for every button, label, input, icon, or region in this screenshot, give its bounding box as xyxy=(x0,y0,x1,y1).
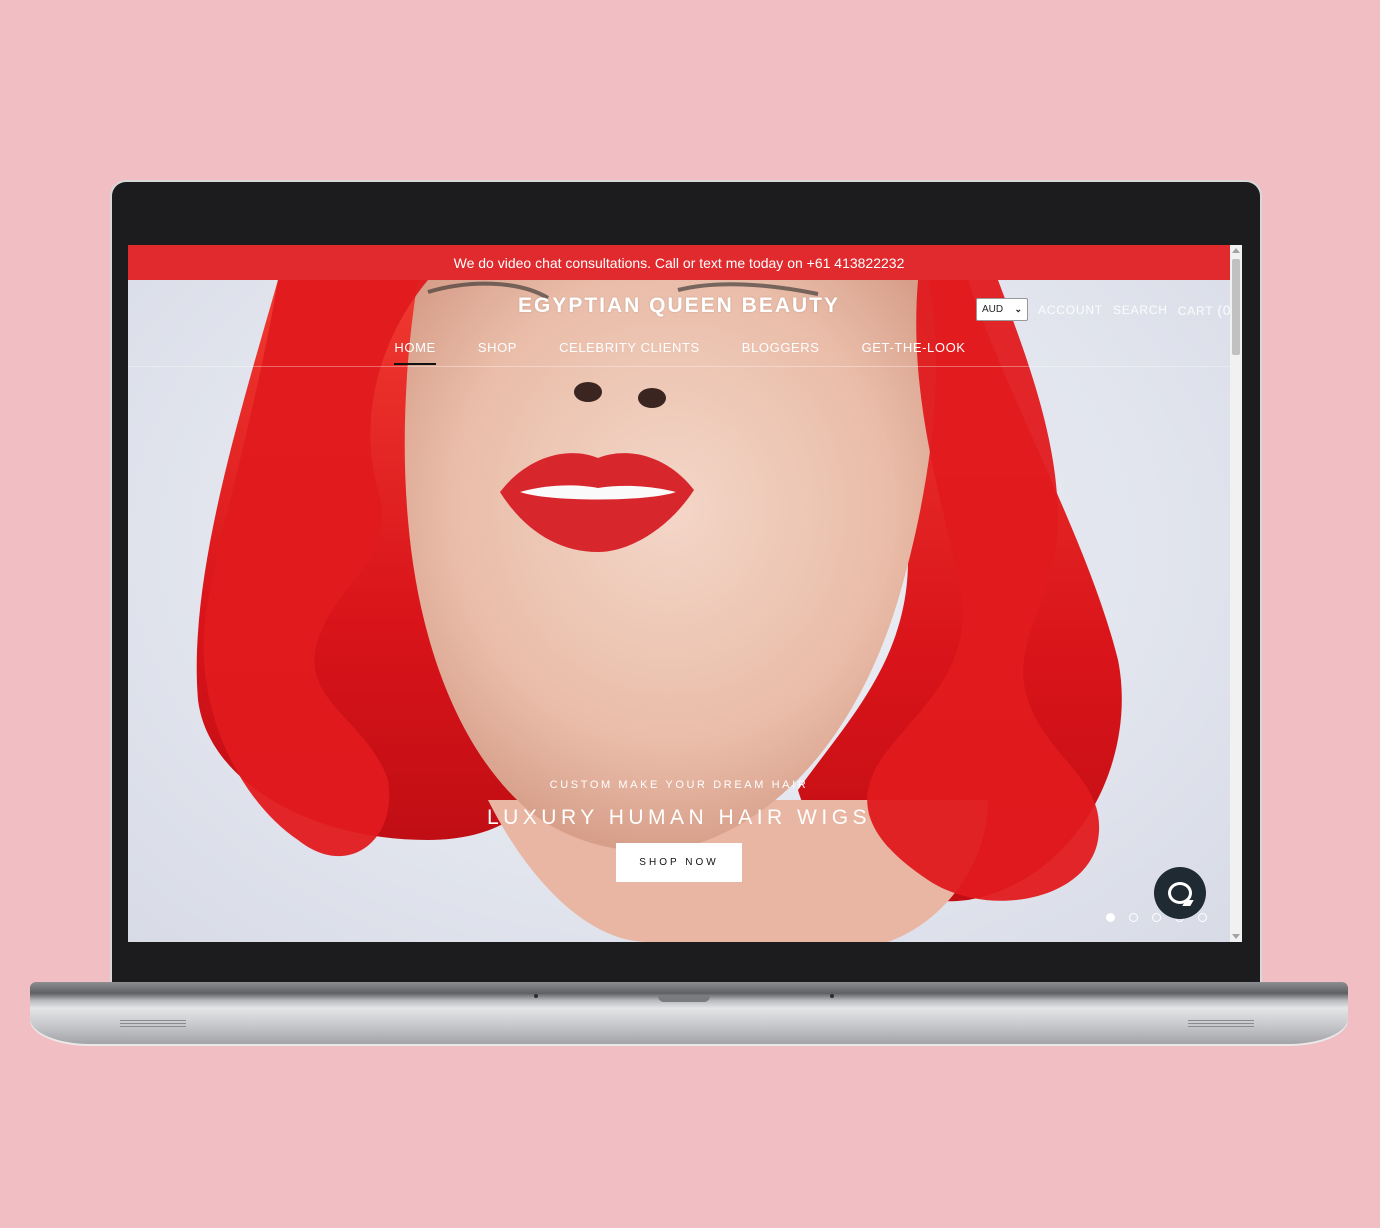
speaker-vent xyxy=(1188,1020,1254,1028)
nav-item-shop[interactable]: SHOP xyxy=(478,340,517,365)
laptop-notch xyxy=(658,996,710,1002)
page-scrollbar[interactable] xyxy=(1230,245,1242,942)
nav-item-home[interactable]: HOME xyxy=(394,340,437,365)
hinge-dot xyxy=(534,994,538,998)
chevron-down-icon: ⌄ xyxy=(1014,304,1022,314)
search-link[interactable]: SEARCH xyxy=(1113,303,1168,317)
chat-button[interactable] xyxy=(1154,867,1206,919)
browser-viewport: We do video chat consultations. Call or … xyxy=(128,245,1242,942)
slide-dot-1[interactable] xyxy=(1106,913,1115,922)
cart-link[interactable]: CART (0) xyxy=(1178,302,1237,318)
slide-dot-2[interactable] xyxy=(1129,913,1138,922)
main-nav: HOME SHOP CELEBRITY CLIENTS BLOGGERS GET… xyxy=(128,340,1230,365)
nav-item-celebrity-clients[interactable]: CELEBRITY CLIENTS xyxy=(559,340,700,365)
chat-icon xyxy=(1168,882,1192,904)
scroll-up-icon[interactable] xyxy=(1232,248,1240,253)
header-utilities: AUD ⌄ ACCOUNT SEARCH CART (0) xyxy=(976,298,1237,321)
nav-divider xyxy=(128,366,1230,367)
slide-dot-3[interactable] xyxy=(1152,913,1161,922)
shop-now-button[interactable]: SHOP NOW xyxy=(616,843,742,882)
hero-headline: LUXURY HUMAN HAIR WIGS xyxy=(486,806,872,829)
cart-label: CART xyxy=(1177,303,1214,318)
nav-item-bloggers[interactable]: BLOGGERS xyxy=(742,340,820,365)
laptop-base xyxy=(30,982,1348,1044)
announcement-text: We do video chat consultations. Call or … xyxy=(453,254,905,271)
account-link[interactable]: ACCOUNT xyxy=(1038,303,1103,317)
currency-value: AUD xyxy=(982,304,1004,315)
scroll-down-icon[interactable] xyxy=(1232,934,1240,939)
hinge-dot xyxy=(830,994,834,998)
announcement-bar: We do video chat consultations. Call or … xyxy=(128,245,1230,280)
nav-item-get-the-look[interactable]: GET-THE-LOOK xyxy=(862,340,966,365)
speaker-vent xyxy=(120,1020,186,1028)
scrollbar-thumb[interactable] xyxy=(1232,259,1240,355)
currency-selector[interactable]: AUD ⌄ xyxy=(976,298,1028,321)
hero-kicker: CUSTOM MAKE YOUR DREAM HAIR xyxy=(549,779,809,791)
slide-dot-5[interactable] xyxy=(1198,913,1207,922)
